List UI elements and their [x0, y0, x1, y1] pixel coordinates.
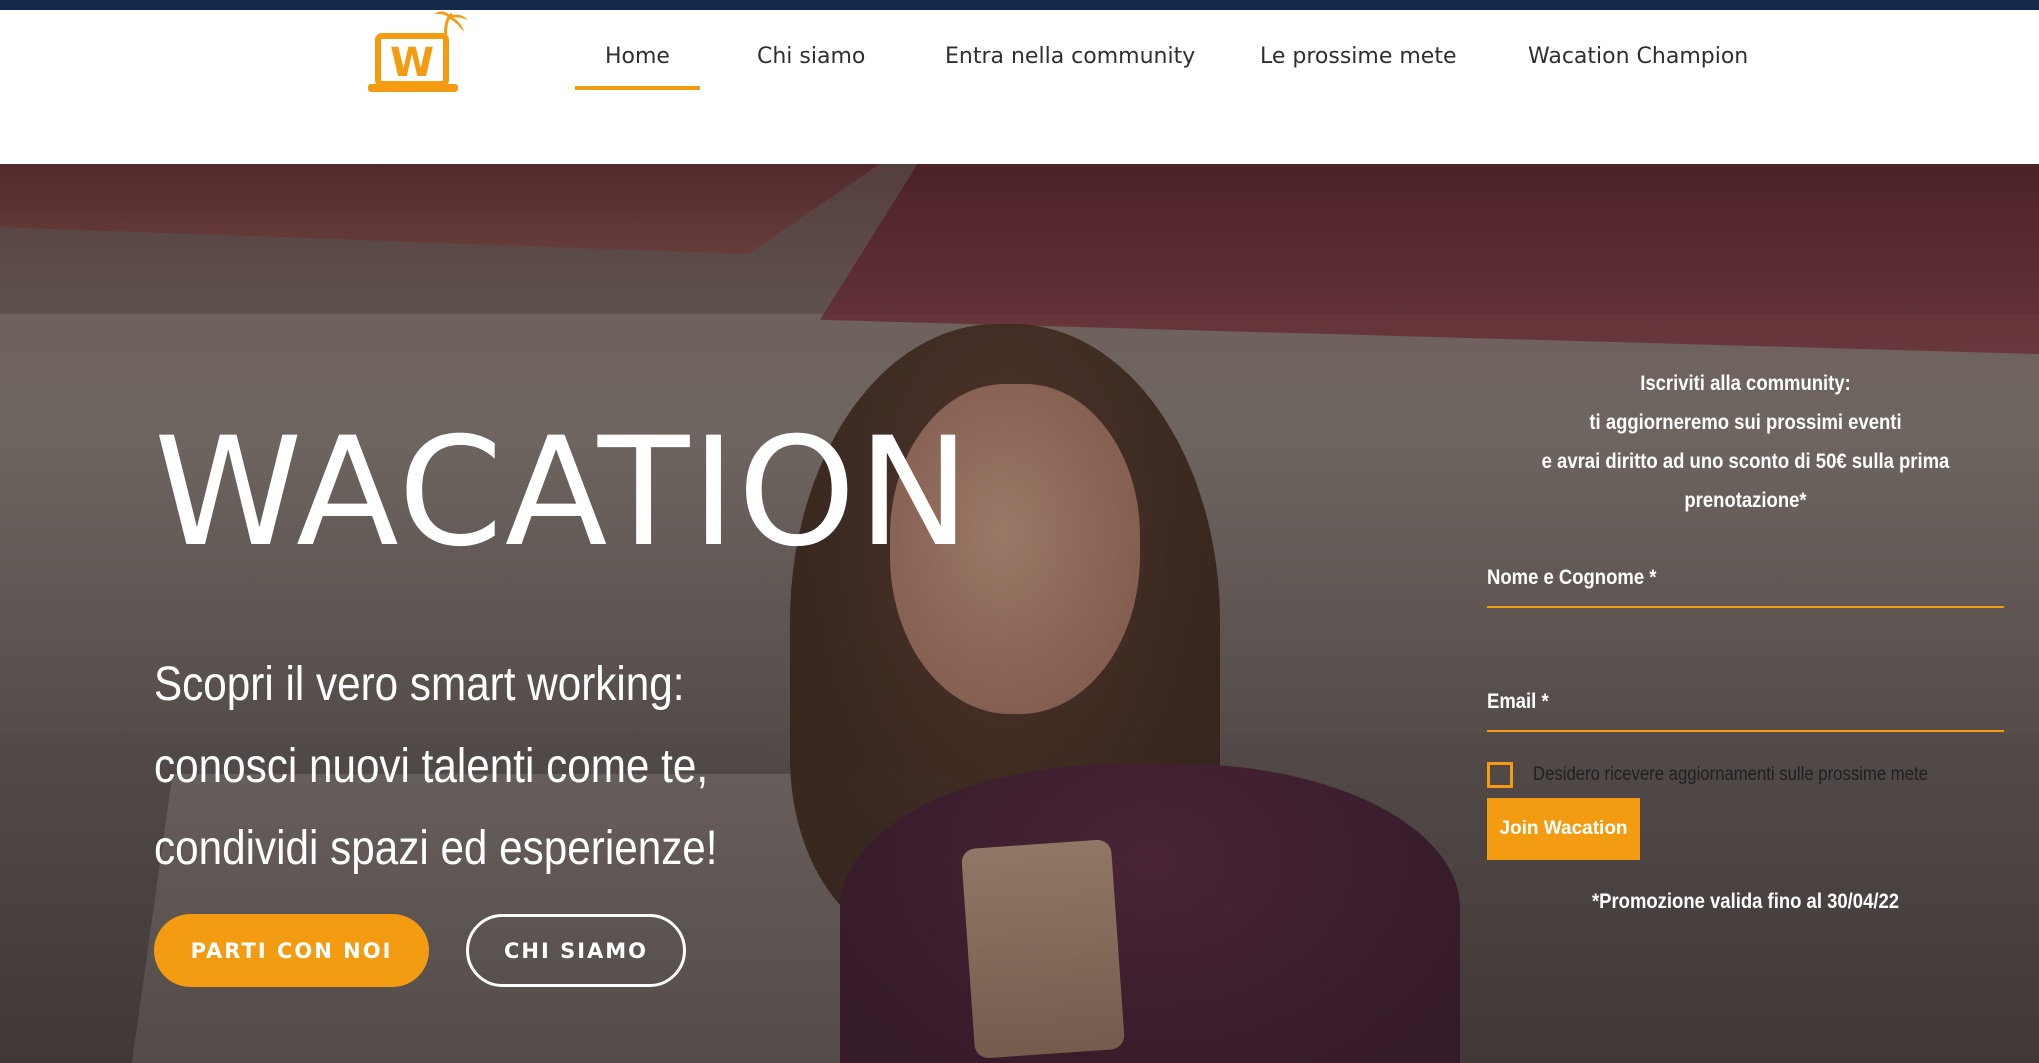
- svg-text:W: W: [390, 40, 434, 86]
- hero-subtitle-line: Scopri il vero smart working:: [154, 658, 685, 711]
- nav-prossime-mete[interactable]: Le prossime mete: [1260, 44, 1457, 69]
- hero-title: WACATION: [154, 406, 972, 580]
- form-intro-line: e avrai diritto ad uno sconto di 50€ sul…: [1541, 450, 1950, 473]
- join-wacation-button[interactable]: Join Wacation: [1487, 798, 1640, 860]
- chi-siamo-button[interactable]: CHI SIAMO: [466, 914, 686, 987]
- form-intro-line: Iscriviti alla community:: [1640, 372, 1851, 395]
- hero-subtitle: Scopri il vero smart working: conosci nu…: [154, 644, 854, 890]
- form-intro-line: prenotazione*: [1684, 489, 1807, 512]
- community-signup-form: Iscriviti alla community: ti aggiornerem…: [1487, 364, 2008, 913]
- parti-con-noi-button[interactable]: PARTI CON NOI: [154, 914, 429, 987]
- email-field: Email *: [1487, 670, 2008, 732]
- site-header: W Home Chi siamo Entra nella community L…: [0, 10, 2039, 164]
- nav-home[interactable]: Home: [575, 44, 700, 90]
- wacation-logo[interactable]: W: [364, 10, 472, 96]
- name-field: Nome e Cognome *: [1487, 546, 2008, 608]
- updates-checkbox[interactable]: [1487, 762, 1513, 788]
- hero-subtitle-line: condividi spazi ed esperienze!: [154, 822, 718, 875]
- promo-note: *Promozione valida fino al 30/04/22: [1591, 890, 1900, 913]
- nav-wacation-champion[interactable]: Wacation Champion: [1528, 44, 1748, 69]
- updates-checkbox-label[interactable]: Desidero ricevere aggiornamenti sulle pr…: [1533, 764, 1928, 786]
- form-intro: Iscriviti alla community: ti aggiornerem…: [1518, 364, 1973, 520]
- hero-section: WACATION Scopri il vero smart working: c…: [0, 164, 2039, 1063]
- email-input[interactable]: [1487, 670, 2008, 732]
- hero-subtitle-line: conosci nuovi talenti come te,: [154, 740, 709, 793]
- name-input[interactable]: [1487, 546, 2008, 608]
- form-intro-line: ti aggiorneremo sui prossimi eventi: [1589, 411, 1902, 434]
- updates-checkbox-row: Desidero ricevere aggiornamenti sulle pr…: [1487, 762, 2004, 794]
- top-accent-bar: [0, 0, 2039, 10]
- nav-community[interactable]: Entra nella community: [945, 44, 1195, 69]
- nav-chi-siamo[interactable]: Chi siamo: [757, 44, 865, 69]
